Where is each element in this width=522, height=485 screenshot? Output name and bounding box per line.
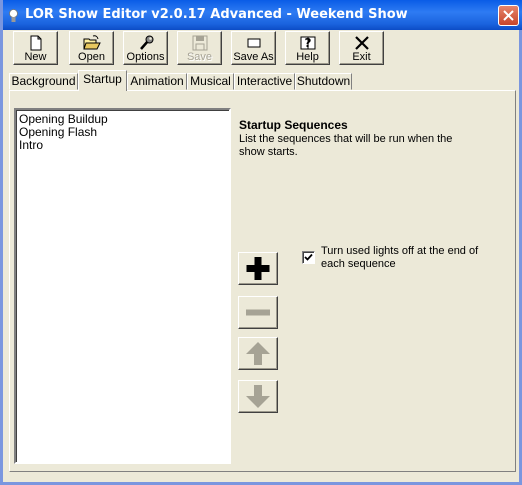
close-icon	[503, 10, 514, 21]
section-heading: Startup Sequences	[239, 118, 348, 132]
list-item[interactable]: Intro	[19, 139, 43, 152]
remove-minus-icon	[246, 309, 270, 316]
tab-background[interactable]: Background	[9, 73, 78, 90]
save-button[interactable]: Save	[177, 31, 222, 65]
open-folder-icon	[82, 35, 101, 50]
exit-button-label: Exit	[352, 51, 371, 63]
add-plus-icon	[246, 257, 270, 280]
wrench-icon	[139, 35, 153, 50]
tab-musical[interactable]: Musical	[187, 73, 234, 90]
floppy-disk-icon	[192, 35, 207, 51]
open-button-label: Open	[78, 51, 105, 63]
close-window-button[interactable]	[498, 5, 519, 26]
title-bar[interactable]: LOR Show Editor v2.0.17 Advanced - Weeke…	[3, 0, 522, 30]
svg-text:?: ?	[304, 36, 311, 50]
lights-off-checkbox-label[interactable]: Turn used lights off at the end of each …	[321, 245, 491, 271]
new-button[interactable]: New	[13, 31, 58, 65]
options-button[interactable]: Options	[123, 31, 168, 65]
move-down-button[interactable]	[238, 380, 278, 413]
new-document-icon	[30, 35, 41, 51]
app-window: LOR Show Editor v2.0.17 Advanced - Weeke…	[0, 0, 522, 485]
open-button[interactable]: Open	[69, 31, 114, 65]
section-description: List the sequences that will be run when…	[239, 133, 453, 158]
save-as-icon	[247, 38, 260, 48]
help-button-label: Help	[296, 51, 319, 63]
help-button[interactable]: ? Help	[285, 31, 330, 65]
startup-sequence-list[interactable]: Opening Buildup Opening Flash Intro	[14, 108, 231, 464]
add-sequence-button[interactable]	[238, 252, 278, 285]
tab-startup[interactable]: Startup	[78, 70, 127, 91]
help-icon: ?	[300, 36, 315, 50]
bulb-app-icon	[9, 9, 18, 22]
save-as-button-label: Save As	[233, 51, 274, 63]
save-button-label: Save	[186, 51, 213, 63]
move-up-arrow-icon	[246, 342, 270, 365]
new-button-label: New	[24, 51, 47, 63]
options-button-label: Options	[126, 51, 165, 63]
checkmark-icon	[304, 253, 313, 261]
tab-interactive[interactable]: Interactive	[234, 73, 295, 90]
lights-off-checkbox[interactable]	[302, 251, 315, 264]
exit-x-icon	[354, 36, 369, 50]
remove-sequence-button[interactable]	[238, 296, 278, 329]
move-up-button[interactable]	[238, 337, 278, 370]
tab-animation[interactable]: Animation	[127, 73, 187, 90]
exit-button[interactable]: Exit	[339, 31, 384, 65]
window-title: LOR Show Editor v2.0.17 Advanced - Weeke…	[25, 7, 408, 22]
save-as-button[interactable]: Save As	[231, 31, 276, 65]
tab-shutdown[interactable]: Shutdown	[295, 73, 352, 90]
move-down-arrow-icon	[246, 385, 270, 408]
